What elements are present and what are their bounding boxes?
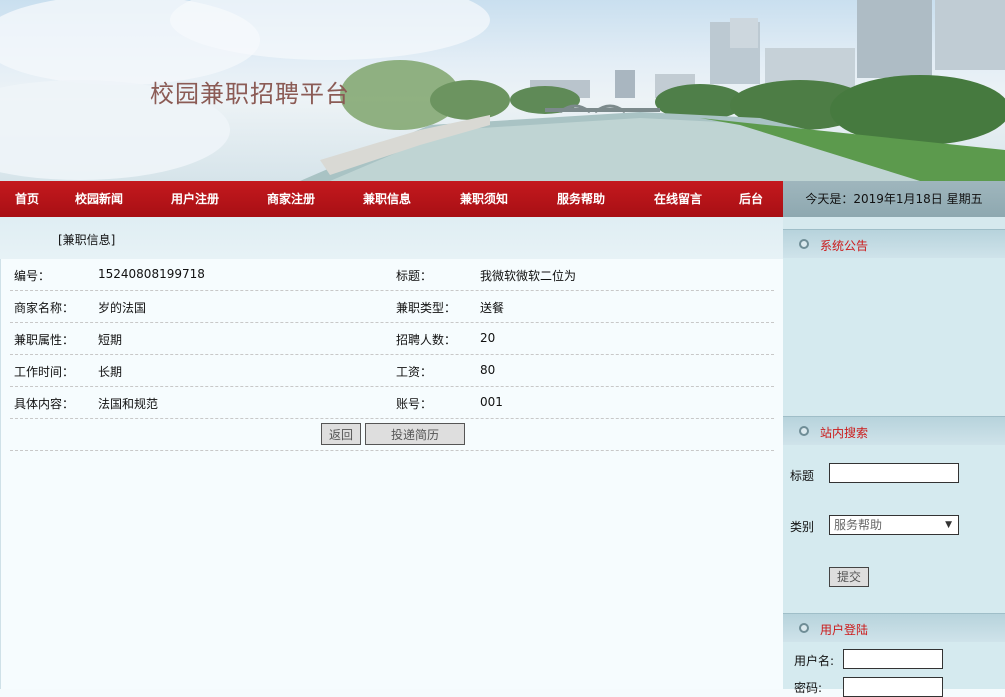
password-label: 密码: [794, 681, 823, 695]
bullet-icon [799, 426, 809, 436]
search-category-select[interactable]: 服务帮助 ▼ [829, 515, 959, 535]
sidebar: 系统公告 站内搜索 标题 类别 服务帮助 ▼ 提交 用户登陆 用户名: 密码: [783, 217, 1005, 697]
header-banner: 校园兼职招聘平台 [0, 0, 1005, 181]
section-header: [兼职信息] [0, 217, 783, 259]
table-row: 商家名称： 岁的法国 兼职类型： 送餐 [10, 291, 774, 323]
nav-item-admin[interactable]: 后台 [739, 181, 763, 217]
search-category-label: 类别 [790, 520, 815, 534]
nav-item-guestbook[interactable]: 在线留言 [654, 181, 702, 217]
username-label: 用户名: [794, 654, 835, 668]
password-input[interactable] [843, 677, 943, 697]
field-value: 我微软微软二位为 [480, 269, 577, 283]
chevron-down-icon: ▼ [945, 520, 952, 530]
nav-item-user-register[interactable]: 用户注册 [171, 181, 219, 217]
search-title-input[interactable] [829, 463, 959, 483]
selected-option: 服务帮助 [834, 518, 883, 532]
main-navigation: 首页 校园新闻 用户注册 商家注册 兼职信息 兼职须知 服务帮助 在线留言 后台 [0, 181, 783, 217]
username-input[interactable] [843, 649, 943, 669]
nav-item-help[interactable]: 服务帮助 [557, 181, 605, 217]
announcement-panel-title: 系统公告 [820, 239, 869, 253]
field-value: 短期 [98, 333, 123, 347]
announcement-panel-header: 系统公告 [783, 229, 1005, 258]
field-label: 标题： [396, 269, 433, 283]
search-panel-header: 站内搜索 [783, 416, 1005, 445]
nav-item-merchant-register[interactable]: 商家注册 [267, 181, 315, 217]
field-value: 长期 [98, 365, 123, 379]
date-display: 今天是：2019年1月18日 星期五 [783, 181, 1005, 217]
bullet-icon [799, 623, 809, 633]
site-title: 校园兼职招聘平台 [150, 80, 350, 108]
field-value: 80 [480, 363, 496, 377]
field-label: 工作时间： [14, 365, 75, 379]
field-label: 兼职属性： [14, 333, 75, 347]
field-label: 具体内容： [14, 397, 75, 411]
search-submit-button[interactable]: 提交 [829, 567, 869, 587]
job-detail-table: 编号： 15240808199718 标题： 我微软微软二位为 商家名称： 岁的… [10, 259, 774, 451]
field-value: 001 [480, 395, 503, 409]
table-row: 编号： 15240808199718 标题： 我微软微软二位为 [10, 259, 774, 291]
nav-item-home[interactable]: 首页 [15, 181, 39, 217]
field-label: 编号： [14, 269, 51, 283]
field-label: 招聘人数： [396, 333, 457, 347]
search-panel-body: 标题 类别 服务帮助 ▼ 提交 [783, 445, 1005, 613]
field-value: 15240808199718 [98, 267, 205, 281]
search-panel-title: 站内搜索 [820, 426, 869, 440]
nav-item-job-notice[interactable]: 兼职须知 [460, 181, 508, 217]
field-value: 法国和规范 [98, 397, 159, 411]
field-value: 20 [480, 331, 496, 345]
table-row: 工作时间： 长期 工资： 80 [10, 355, 774, 387]
submit-resume-button[interactable]: 投递简历 [365, 423, 465, 445]
field-label: 兼职类型： [396, 301, 457, 315]
login-panel-title: 用户登陆 [820, 623, 869, 637]
nav-item-campus-news[interactable]: 校园新闻 [75, 181, 123, 217]
nav-item-job-info[interactable]: 兼职信息 [363, 181, 411, 217]
login-panel-header: 用户登陆 [783, 613, 1005, 642]
divider [0, 259, 1, 689]
search-title-label: 标题 [790, 469, 815, 483]
action-row: 返回 投递简历 [10, 419, 774, 451]
table-row: 兼职属性： 短期 招聘人数： 20 [10, 323, 774, 355]
field-value: 送餐 [480, 301, 505, 315]
announcement-panel-body [783, 258, 1005, 415]
section-title: [兼职信息] [58, 233, 116, 247]
back-button[interactable]: 返回 [321, 423, 361, 445]
field-value: 岁的法国 [98, 301, 147, 315]
bullet-icon [799, 239, 809, 249]
main-content: [兼职信息] 编号： 15240808199718 标题： 我微软微软二位为 商… [0, 217, 783, 689]
field-label: 商家名称： [14, 301, 75, 315]
field-label: 工资： [396, 365, 433, 379]
login-panel-body: 用户名: 密码: [783, 642, 1005, 697]
field-label: 账号： [396, 397, 433, 411]
table-row: 具体内容： 法国和规范 账号： 001 [10, 387, 774, 419]
